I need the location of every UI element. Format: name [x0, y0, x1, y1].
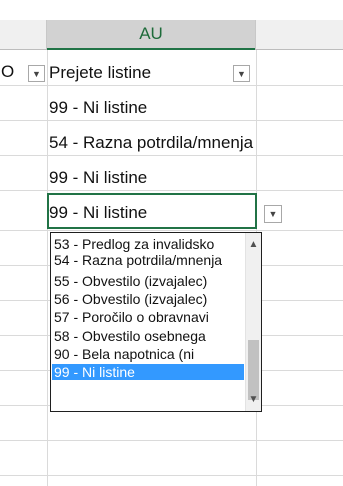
column-divider — [47, 50, 48, 486]
dropdown-option[interactable]: 53 - Predlog za invalidsko — [52, 236, 244, 252]
row-divider — [0, 440, 343, 441]
column-header-row: AU — [0, 0, 343, 50]
data-cell[interactable]: 54 - Razna potrdila/mnenja — [49, 133, 253, 153]
prev-column-text: O — [1, 62, 15, 81]
column-header-prev[interactable] — [0, 20, 47, 50]
cell-dropdown-button[interactable]: ▼ — [264, 205, 282, 223]
dropdown-option[interactable]: 56 - Obvestilo (izvajalec) — [52, 291, 244, 307]
chevron-down-icon: ▼ — [248, 393, 259, 405]
row-divider — [0, 475, 343, 476]
dropdown-option[interactable]: 90 - Bela napotnica (ni — [52, 346, 244, 362]
row-divider — [0, 155, 343, 156]
column-header-au[interactable]: AU — [47, 20, 255, 50]
dropdown-option[interactable]: 55 - Obvestilo (izvajalec) — [52, 273, 244, 289]
header-cell-label[interactable]: Prejete listine — [49, 63, 151, 83]
chevron-up-icon: ▲ — [248, 238, 259, 250]
data-cell[interactable]: 99 - Ni listine — [49, 98, 147, 118]
scroll-down-arrow[interactable]: ▼ — [246, 391, 261, 407]
column-header-next[interactable] — [255, 20, 343, 50]
dropdown-option[interactable]: 58 - Obvestilo osebnega — [52, 328, 244, 344]
dropdown-option[interactable]: 54 - Razna potrdila/mnenja — [52, 252, 244, 268]
scroll-up-arrow[interactable]: ▲ — [246, 236, 261, 252]
data-cell[interactable]: 99 - Ni listine — [49, 168, 147, 188]
filter-dropdown-button[interactable]: ▼ — [28, 65, 45, 82]
dropdown-option[interactable]: 57 - Poročilo o obravnavi — [52, 309, 244, 325]
chevron-down-icon: ▼ — [237, 68, 246, 79]
chevron-down-icon: ▼ — [268, 209, 278, 219]
chevron-down-icon: ▼ — [32, 68, 41, 79]
row-divider — [0, 190, 343, 191]
filter-dropdown-button[interactable]: ▼ — [233, 65, 250, 82]
row-divider — [0, 120, 343, 121]
active-cell-value[interactable]: 99 - Ni listine — [49, 203, 147, 223]
dropdown-option-selected[interactable]: 99 - Ni listine — [52, 364, 244, 380]
validation-dropdown-list[interactable]: 53 - Predlog za invalidsko 54 - Razna po… — [50, 232, 262, 412]
row-divider — [0, 85, 343, 86]
row-divider — [0, 230, 343, 231]
dropdown-scrollbar[interactable]: ▲ ▼ — [245, 233, 261, 411]
